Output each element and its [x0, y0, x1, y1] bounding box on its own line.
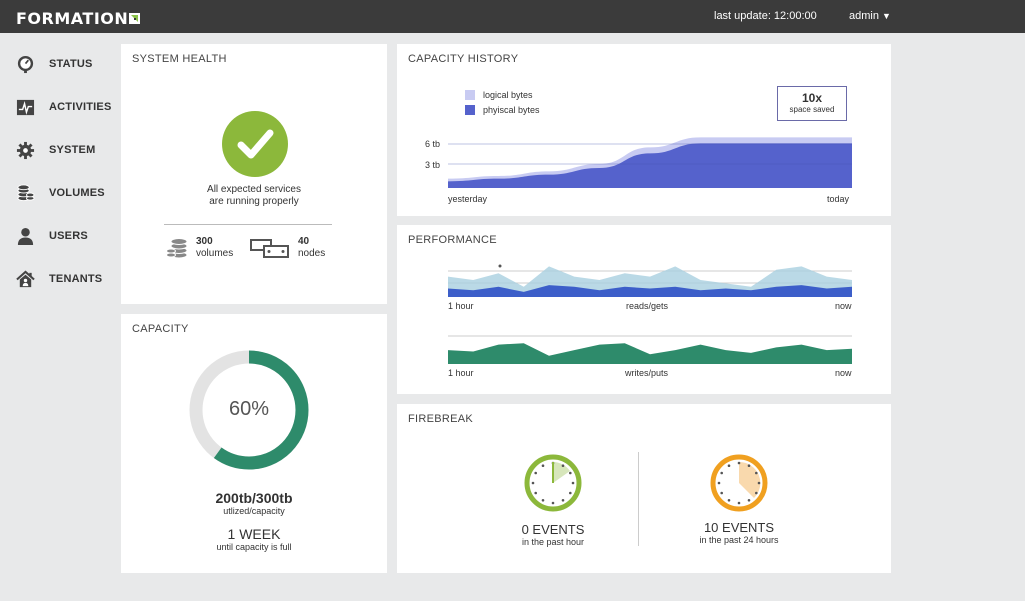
clock-day-icon — [710, 454, 768, 512]
database-icon — [17, 183, 35, 201]
sidebar-item-system[interactable]: SYSTEM — [16, 139, 116, 161]
nodes-label: nodes — [298, 248, 326, 259]
brand-mark-icon — [129, 13, 141, 24]
house-icon — [16, 270, 35, 287]
performance-panel: PERFORMANCE 1 hour reads/gets now 1 hour… — [397, 225, 891, 394]
user-menu[interactable]: admin ▼ — [849, 10, 891, 22]
events-day-caption: in the past 24 hours — [699, 535, 779, 545]
x-axis-end: today — [827, 194, 850, 204]
gear-icon — [16, 141, 35, 159]
capacity-usage: 200tb/300tb — [215, 490, 293, 506]
sidebar: STATUS ACTIVITIES SYSTEM VOLUMES USERS T… — [0, 33, 118, 601]
capacity-eta-caption: until capacity is full — [216, 542, 292, 552]
reads-chart — [448, 264, 852, 297]
sidebar-item-label: SYSTEM — [49, 144, 96, 156]
status-line: are running properly — [209, 196, 299, 207]
space-saved-box: 10x space saved — [777, 86, 847, 121]
user-icon — [17, 227, 34, 245]
panel-title: CAPACITY HISTORY — [408, 53, 519, 65]
sidebar-item-activities[interactable]: ACTIVITIES — [16, 96, 116, 118]
x-axis-end: now — [835, 301, 852, 311]
activity-icon — [16, 99, 35, 115]
sidebar-item-label: USERS — [49, 230, 88, 242]
database-icon — [166, 238, 188, 259]
capacity-usage-caption: utlized/capacity — [223, 506, 285, 516]
capacity-history-chart — [448, 137, 852, 188]
divider — [638, 452, 639, 546]
volumes-label: volumes — [196, 248, 234, 259]
writes-area — [448, 343, 852, 364]
y-tick-label: 6 tb — [425, 139, 441, 149]
panel-title: PERFORMANCE — [408, 234, 497, 246]
health-status-text: All expected services are running proper… — [121, 184, 387, 208]
x-axis-end: now — [835, 368, 852, 378]
capacity-panel: CAPACITY 60% 200tb/300tb utlized/capacit… — [121, 314, 387, 573]
legend-label: phyiscal bytes — [483, 105, 540, 115]
last-update: last update: 12:00:00 — [714, 10, 817, 22]
marker-dot — [498, 264, 502, 268]
x-axis-start: 1 hour — [448, 368, 474, 378]
gauge-icon — [17, 55, 34, 73]
sidebar-item-label: ACTIVITIES — [49, 101, 112, 113]
status-line: All expected services — [207, 184, 301, 195]
events-hour-caption: in the past hour — [521, 537, 585, 547]
brand-name: FORMATION — [16, 9, 129, 28]
sidebar-item-label: VOLUMES — [49, 187, 105, 199]
panel-title: CAPACITY — [132, 323, 189, 335]
panel-title: FIREBREAK — [408, 413, 474, 425]
volumes-count: 300 — [196, 236, 213, 247]
space-saved-caption: space saved — [789, 105, 835, 114]
system-health-panel: SYSTEM HEALTH All expected services are … — [121, 44, 387, 304]
legend-item: logical bytes — [465, 90, 533, 100]
x-axis-start: yesterday — [448, 194, 488, 204]
legend-swatch — [465, 105, 475, 115]
writes-chart — [448, 335, 852, 364]
sidebar-item-label: STATUS — [49, 58, 93, 70]
server-nodes-icon — [250, 239, 289, 258]
capacity-eta: 1 WEEK — [227, 526, 281, 542]
caret-down-icon: ▼ — [881, 11, 891, 21]
sidebar-item-users[interactable]: USERS — [16, 225, 116, 247]
space-saved-value: 10x — [801, 91, 823, 105]
events-hour-count: 0 EVENTS — [521, 522, 585, 537]
panel-title: SYSTEM HEALTH — [132, 53, 227, 65]
events-day-count: 10 EVENTS — [703, 520, 775, 535]
writes-label: writes/puts — [625, 368, 669, 378]
y-tick-label: 3 tb — [425, 160, 441, 170]
legend-label: logical bytes — [483, 90, 533, 100]
clock-hour-icon — [524, 454, 582, 512]
sidebar-item-status[interactable]: STATUS — [16, 53, 116, 75]
firebreak-panel: FIREBREAK 0 EVENTS in the past hour 10 E… — [397, 404, 891, 573]
sidebar-item-label: TENANTS — [49, 273, 103, 285]
nodes-stat: 40 nodes — [250, 236, 325, 260]
user-name: admin — [849, 10, 879, 22]
x-axis-start: 1 hour — [448, 301, 474, 311]
legend-item: phyiscal bytes — [465, 105, 540, 115]
nodes-count: 40 — [298, 236, 310, 247]
brand-logo[interactable]: FORMATION — [16, 9, 141, 28]
capacity-history-panel: CAPACITY HISTORY logical bytes phyiscal … — [397, 44, 891, 216]
top-bar: FORMATION last update: 12:00:00 admin ▼ — [0, 0, 1025, 33]
capacity-percent: 60% — [228, 398, 270, 420]
reads-label: reads/gets — [626, 301, 669, 311]
volumes-stat: 300 volumes — [166, 236, 233, 260]
legend-swatch — [465, 90, 475, 100]
sidebar-item-tenants[interactable]: TENANTS — [16, 268, 116, 290]
sidebar-item-volumes[interactable]: VOLUMES — [16, 182, 116, 204]
divider — [164, 224, 332, 225]
check-circle-icon — [222, 111, 288, 177]
